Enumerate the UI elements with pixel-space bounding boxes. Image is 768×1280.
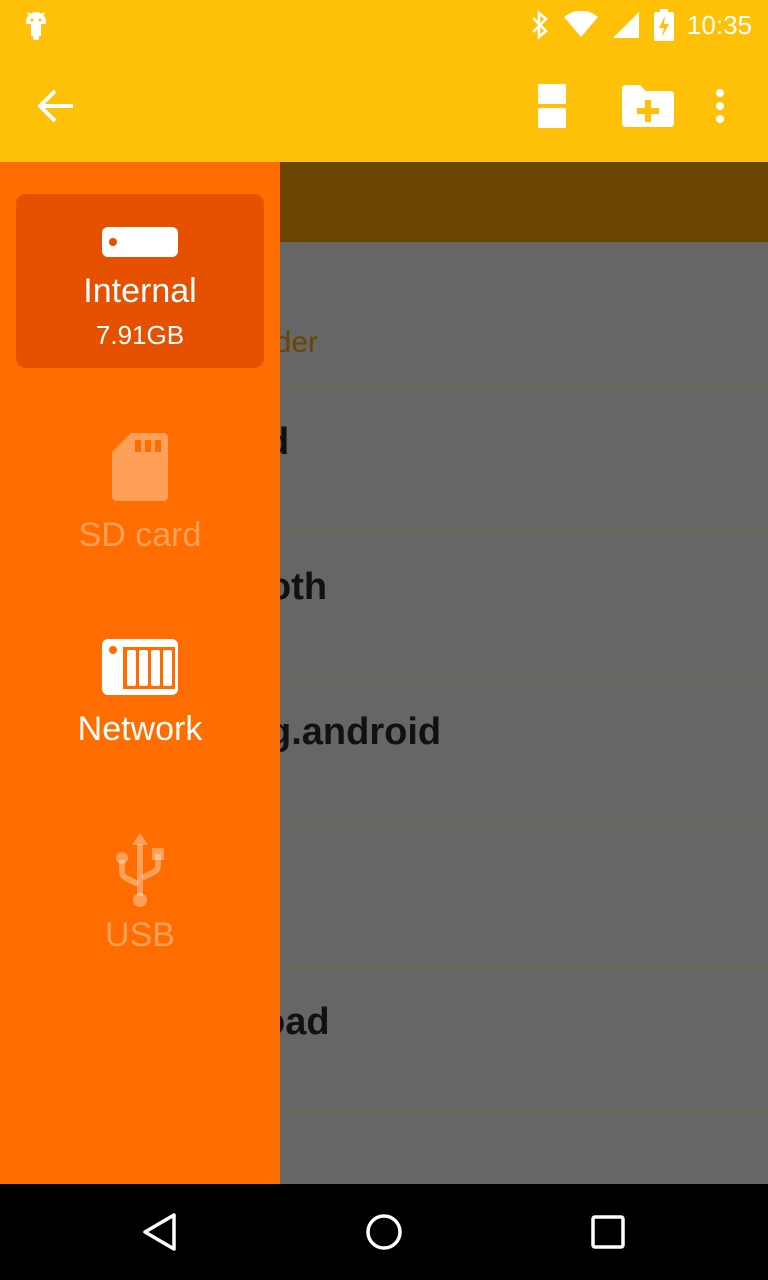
view-toggle-button[interactable] <box>524 76 580 136</box>
status-bar: 10:35 <box>0 0 768 50</box>
storage-item-internal[interactable]: Internal 7.91GB <box>16 194 264 368</box>
more-options-button[interactable] <box>700 76 740 136</box>
back-triangle-icon <box>143 1213 176 1251</box>
file-name: g.android <box>268 711 442 753</box>
sd-card-icon <box>16 432 264 502</box>
wifi-icon <box>563 11 598 37</box>
arrow-back-icon <box>37 89 73 123</box>
storage-label: Network <box>77 710 203 748</box>
recents-square-icon <box>591 1215 625 1249</box>
storage-label: USB <box>105 916 175 954</box>
view-toggle-icon <box>538 84 566 128</box>
system-nav-bar <box>0 1184 768 1280</box>
storage-item-sd-card[interactable]: SD card <box>16 422 264 596</box>
battery-charging-icon <box>653 9 674 41</box>
usb-icon <box>16 832 264 908</box>
create-folder-icon <box>622 85 674 127</box>
storage-label: Internal <box>83 272 197 310</box>
network-storage-icon <box>16 638 264 696</box>
storage-label: SD card <box>78 516 202 554</box>
storage-size: 7.91GB <box>95 320 185 350</box>
nav-home-button[interactable] <box>352 1200 416 1264</box>
back-button[interactable] <box>24 78 88 134</box>
app-bar <box>0 50 768 162</box>
internal-storage-icon <box>16 226 264 258</box>
storage-drawer: Internal 7.91GB SD card Network USB <box>0 162 280 1184</box>
android-debug-icon <box>22 8 50 47</box>
storage-item-network[interactable]: Network <box>16 622 264 796</box>
home-circle-icon <box>366 1214 402 1250</box>
signal-icon <box>612 12 639 38</box>
bluetooth-icon <box>532 10 548 40</box>
nav-recents-button[interactable] <box>576 1200 640 1264</box>
status-clock: 10:35 <box>686 9 752 40</box>
more-vert-icon <box>716 89 724 123</box>
storage-item-usb[interactable]: USB <box>16 828 264 1002</box>
create-folder-button[interactable] <box>614 76 682 136</box>
nav-back-button[interactable] <box>128 1200 192 1264</box>
